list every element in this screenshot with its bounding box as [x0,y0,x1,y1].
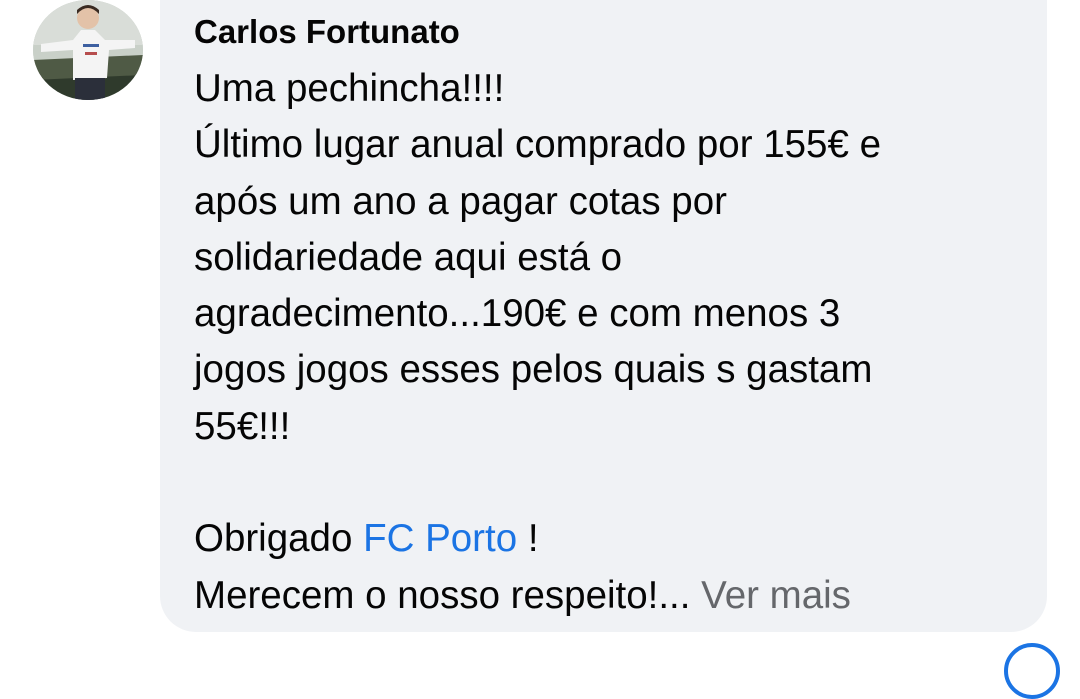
last-line-text: Merecem o nosso respeito!... [194,573,691,617]
see-more-link[interactable]: Ver mais [690,574,851,617]
comment-line-last: Merecem o nosso respeito!... Ver mais [194,568,1014,624]
comment-body: Uma pechincha!!!! Último lugar anual com… [194,61,1014,624]
comment-line: solidariedade aqui está o [194,235,623,279]
comment-author-name[interactable]: Carlos Fortunato [194,11,460,53]
partial-avatar-ring [1004,643,1060,699]
avatar[interactable] [33,0,143,100]
comment-line: após um ano a pagar cotas por [194,179,727,223]
thanks-prefix: Obrigado [194,517,364,561]
comment-line: Último lugar anual comprado por 155€ e [194,123,881,167]
comment-line: 55€!!! [194,404,291,448]
comment-line-blank [194,455,1014,511]
thanks-suffix: ! [517,517,539,561]
avatar-photo [33,0,143,100]
mention-link[interactable]: FC Porto [363,517,517,560]
comment-line: Uma pechincha!!!! [194,67,505,110]
comment-line: agradecimento...190€ e com menos 3 [194,292,841,336]
comment-line: jogos jogos esses pelos quais s gastam [194,348,873,392]
comment-line-thanks: Obrigado FC Porto ! [194,511,1014,567]
